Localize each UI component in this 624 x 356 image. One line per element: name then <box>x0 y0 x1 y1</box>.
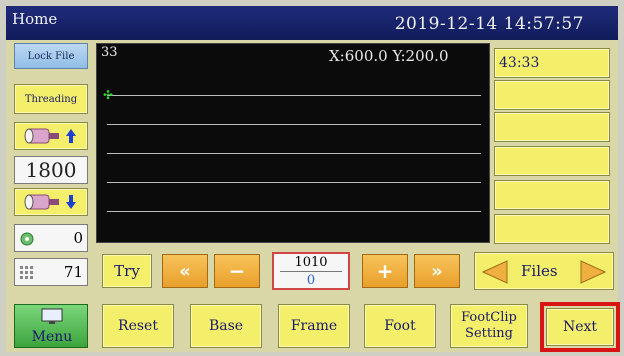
needle-position-icon: ✣ <box>103 88 114 102</box>
next-highlight-frame: Next <box>540 302 620 352</box>
bobbin-down-icon <box>24 194 76 210</box>
coordinate-readout: X:600.0 Y:200.0 <box>329 47 449 65</box>
grid-line <box>107 211 481 212</box>
speed-value: 1800 <box>14 156 88 184</box>
frame-label: Frame <box>290 318 338 334</box>
footclip-label-line2: Setting <box>465 326 513 341</box>
file-entry[interactable] <box>494 214 610 244</box>
file-entry-header-label: 43:33 <box>499 55 540 71</box>
base-button[interactable]: Base <box>190 304 262 348</box>
speed-down-button[interactable] <box>14 188 88 216</box>
pattern-display[interactable]: 33 X:600.0 Y:200.0 ✣ <box>96 43 490 243</box>
grid-line <box>107 153 481 154</box>
menu-monitor-icon <box>41 308 63 324</box>
footclip-label-line1: FootClip <box>461 310 517 325</box>
grid-line <box>107 95 481 96</box>
pattern-number: 33 <box>101 45 118 60</box>
base-label: Base <box>208 318 244 334</box>
speed-up-button[interactable] <box>14 122 88 150</box>
piece-counter[interactable]: 71 <box>14 258 88 286</box>
files-prev-icon[interactable] <box>481 260 509 284</box>
file-entry[interactable] <box>494 146 610 176</box>
title-bar: Home 2019-12-14 14:57:57 <box>6 6 618 40</box>
menu-button[interactable]: Menu <box>14 304 88 348</box>
reset-button[interactable]: Reset <box>102 304 174 348</box>
lock-file-button[interactable]: Lock File <box>14 43 88 69</box>
next-label: Next <box>562 319 598 335</box>
bobbin-counter[interactable]: 0 <box>14 224 88 252</box>
minus-icon: − <box>228 259 246 283</box>
file-entry-header[interactable]: 43:33 <box>494 48 610 78</box>
counter-value: 71 <box>63 263 83 281</box>
reset-label: Reset <box>118 318 158 334</box>
lock-file-label: Lock File <box>27 50 75 62</box>
datetime-display: 2019-12-14 14:57:57 <box>394 14 584 34</box>
threading-label: Threading <box>24 93 78 105</box>
foot-button[interactable]: Foot <box>364 304 436 348</box>
step-forward-button[interactable]: + <box>362 254 408 288</box>
fast-backward-button[interactable]: « <box>162 254 208 288</box>
foot-label: Foot <box>384 318 416 334</box>
threading-button[interactable]: Threading <box>14 84 88 114</box>
next-button[interactable]: Next <box>546 308 614 346</box>
bobbin-count-value: 0 <box>73 229 83 247</box>
double-left-icon: « <box>179 260 191 282</box>
stitch-counter[interactable]: 1010 0 <box>272 252 350 290</box>
fast-forward-button[interactable]: » <box>414 254 460 288</box>
stitch-sub-number: 0 <box>306 272 316 288</box>
try-label: Try <box>114 262 140 280</box>
file-entry[interactable] <box>494 112 610 142</box>
stitch-number: 1010 <box>294 255 328 270</box>
file-entry[interactable] <box>494 80 610 110</box>
step-backward-button[interactable]: − <box>214 254 260 288</box>
window-title: Home <box>12 10 58 28</box>
file-entry[interactable] <box>494 180 610 210</box>
grid-line <box>107 182 481 183</box>
grid-line <box>107 124 481 125</box>
files-next-icon[interactable] <box>579 260 607 284</box>
bobbin-icon <box>20 232 34 246</box>
counter-grid-icon <box>20 266 33 279</box>
plus-icon: + <box>376 259 394 283</box>
files-navigator[interactable]: Files <box>474 252 614 290</box>
footclip-setting-button[interactable]: FootClip Setting <box>450 304 528 348</box>
try-button[interactable]: Try <box>102 254 152 288</box>
frame-button[interactable]: Frame <box>278 304 350 348</box>
menu-label: Menu <box>31 329 73 345</box>
double-right-icon: » <box>431 260 443 282</box>
bobbin-up-icon <box>24 128 76 144</box>
files-label: Files <box>521 262 558 280</box>
